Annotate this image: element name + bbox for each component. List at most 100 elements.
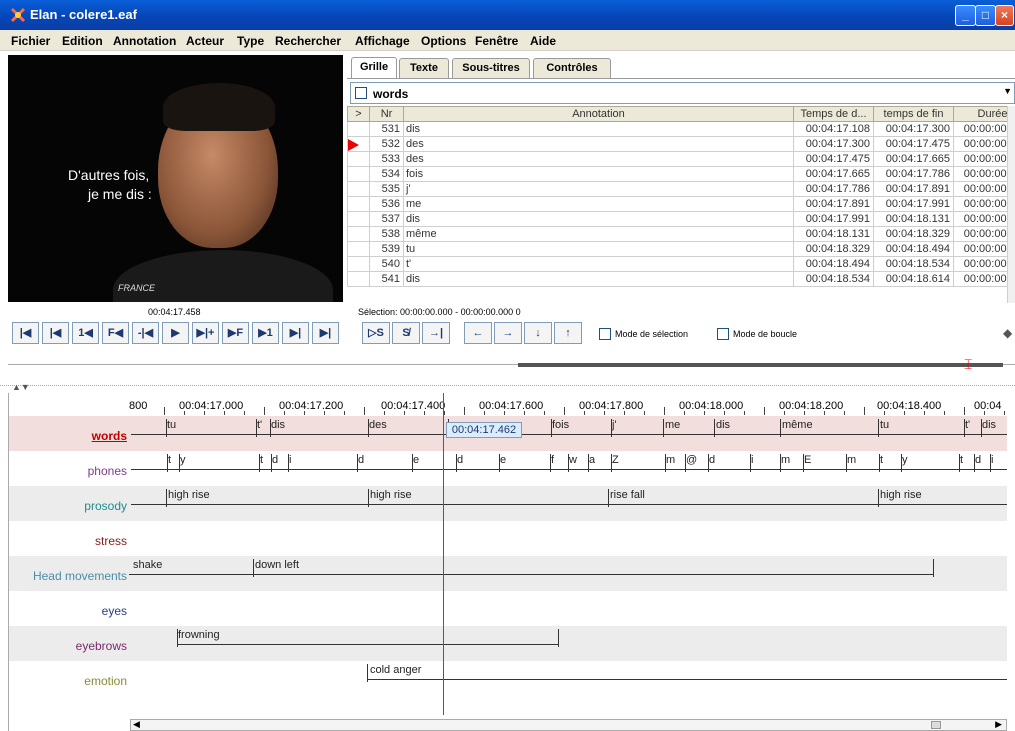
player-button-5[interactable]: ▶ — [162, 322, 189, 344]
player-button-7[interactable]: ▶F — [222, 322, 249, 344]
tab-grille[interactable]: Grille — [351, 57, 397, 79]
annotation[interactable]: t — [880, 454, 883, 466]
tier-name[interactable]: words — [9, 429, 127, 443]
annotation[interactable]: d — [709, 454, 715, 466]
annotation[interactable]: y — [902, 454, 908, 466]
overview-bar[interactable]: ⌶ — [8, 356, 1015, 374]
tier-name[interactable]: Head movements — [9, 569, 127, 583]
maximize-button[interactable]: □ — [975, 5, 996, 26]
tier-row-stress[interactable]: stress — [9, 521, 1007, 556]
annotation[interactable]: d — [358, 454, 364, 466]
arrow-up-button[interactable]: ↑ — [554, 322, 582, 344]
table-row[interactable]: 531dis00:04:17.10800:04:17.30000:00:00.1… — [347, 121, 1015, 137]
annotation[interactable]: m — [847, 454, 856, 466]
menu-options[interactable]: Options — [421, 34, 466, 48]
annotation-boundary[interactable] — [608, 489, 609, 507]
annotation-boundary[interactable] — [878, 419, 879, 437]
annotation[interactable]: shake — [133, 559, 162, 571]
col-annotation[interactable]: Annotation — [403, 106, 794, 122]
menu-acteur[interactable]: Acteur — [186, 34, 224, 48]
scroll-left-icon[interactable]: ◀ — [133, 719, 140, 730]
annotation[interactable]: frowning — [178, 629, 220, 641]
annotation[interactable]: des — [369, 419, 387, 431]
annotation[interactable]: d — [975, 454, 981, 466]
col-start[interactable]: Temps de d... — [793, 106, 874, 122]
menu-edition[interactable]: Edition — [62, 34, 103, 48]
tier-name[interactable]: phones — [9, 464, 127, 478]
annotation-boundary[interactable] — [367, 664, 368, 682]
play-selection-button[interactable]: ▷S — [362, 322, 390, 344]
annotation-boundary[interactable] — [780, 419, 781, 437]
time-ruler[interactable]: 800 00:04:17.000 00:04:17.200 00:04:17.400 0… — [9, 393, 1007, 415]
menu-rechercher[interactable]: Rechercher — [275, 34, 341, 48]
video-player[interactable]: D'autres fois, je me dis : FRANCE — [8, 55, 343, 302]
collapse-arrows-icon[interactable]: ▲▼ — [12, 382, 30, 392]
grid-scrollbar[interactable] — [1007, 106, 1015, 303]
annotation[interactable]: cold anger — [370, 664, 421, 676]
scroll-right-icon[interactable]: ▶ — [995, 719, 1002, 730]
playhead[interactable] — [443, 393, 444, 715]
annotation-boundary[interactable] — [878, 489, 879, 507]
annotation[interactable]: down left — [255, 559, 299, 571]
table-row[interactable]: 538 même 00:04:18.131 00:04:18.329 00:00:00.… — [347, 226, 1015, 242]
tier-row-prosody[interactable]: prosody high rise high rise rise fall high r… — [9, 486, 1007, 521]
overview-cursor-icon[interactable]: ⌶ — [964, 356, 972, 373]
tier-name[interactable]: emotion — [9, 674, 127, 688]
col-end[interactable]: temps de fin — [873, 106, 954, 122]
player-button-6[interactable]: ▶|+ — [192, 322, 219, 344]
menu-type[interactable]: Type — [237, 34, 264, 48]
table-row[interactable]: 535j'00:04:17.78600:04:17.89100:00:00.10… — [347, 181, 1015, 197]
clear-selection-button[interactable]: S̸ — [392, 322, 420, 344]
col-duration[interactable]: Durée — [953, 106, 1015, 122]
annotation[interactable]: i — [751, 454, 753, 466]
annotation[interactable]: i — [991, 454, 993, 466]
tier-row-emotion[interactable]: emotion cold anger — [9, 661, 1007, 696]
annotation[interactable]: i — [289, 454, 291, 466]
table-row[interactable]: 540t'00:04:18.49400:04:18.53400:00:00.04… — [347, 256, 1015, 272]
arrow-right-button[interactable]: → — [494, 322, 522, 344]
mode-boucle-checkbox[interactable] — [717, 328, 729, 340]
tier-name[interactable]: prosody — [9, 499, 127, 513]
annotation[interactable]: w — [569, 454, 577, 466]
tier-selector[interactable]: words ▼ — [350, 82, 1015, 104]
table-row[interactable]: 536me00:04:17.89100:04:17.99100:00:00.10… — [347, 196, 1015, 212]
tier-row-head-movements[interactable]: Head movements shake down left — [9, 556, 1007, 591]
annotation-boundary[interactable] — [714, 419, 715, 437]
annotation[interactable]: Z — [612, 454, 619, 466]
mode-selection-checkbox[interactable] — [599, 328, 611, 340]
annotation[interactable]: fois — [552, 419, 569, 431]
annotation[interactable]: @ — [686, 454, 697, 466]
close-button[interactable]: × — [995, 5, 1014, 26]
menu-fenetre[interactable]: Fenêtre — [475, 34, 518, 48]
table-row[interactable]: 541dis00:04:18.53400:04:18.61400:00:00.0… — [347, 271, 1015, 287]
annotation[interactable]: me — [665, 419, 680, 431]
tier-checkbox[interactable] — [355, 87, 367, 99]
annotation[interactable]: high rise — [168, 489, 210, 501]
annotation[interactable]: j' — [612, 419, 617, 431]
annotation[interactable]: d — [272, 454, 278, 466]
annotation[interactable]: rise fall — [610, 489, 645, 501]
annotation[interactable]: t — [168, 454, 171, 466]
annotation-boundary[interactable] — [933, 559, 934, 577]
col-nr[interactable]: Nr — [369, 106, 404, 122]
timeline-viewer[interactable]: 800 00:04:17.000 00:04:17.200 00:04:17.400 0… — [8, 393, 1007, 731]
table-row[interactable]: 539tu00:04:18.32900:04:18.49400:00:00.16… — [347, 241, 1015, 257]
dropdown-arrow-icon[interactable]: ▼ — [1003, 86, 1012, 96]
annotation[interactable]: a — [589, 454, 595, 466]
menu-fichier[interactable]: Fichier — [11, 34, 50, 48]
annotation[interactable]: e — [413, 454, 419, 466]
annotation[interactable]: high rise — [880, 489, 922, 501]
annotation[interactable]: t — [260, 454, 263, 466]
player-button-0[interactable]: |◀ — [12, 322, 39, 344]
annotation[interactable]: d — [457, 454, 463, 466]
tab-sous-titres[interactable]: Sous-titres — [452, 58, 530, 78]
tier-name[interactable]: stress — [9, 534, 127, 548]
annotation-boundary[interactable] — [253, 559, 254, 577]
tier-row-eyes[interactable]: eyes — [9, 591, 1007, 626]
col-marker[interactable]: > — [347, 106, 370, 122]
annotation-boundary[interactable] — [558, 629, 559, 647]
player-button-4[interactable]: -|◀ — [132, 322, 159, 344]
annotation[interactable]: e — [500, 454, 506, 466]
menu-annotation[interactable]: Annotation — [113, 34, 176, 48]
annotation[interactable]: dis — [716, 419, 730, 431]
